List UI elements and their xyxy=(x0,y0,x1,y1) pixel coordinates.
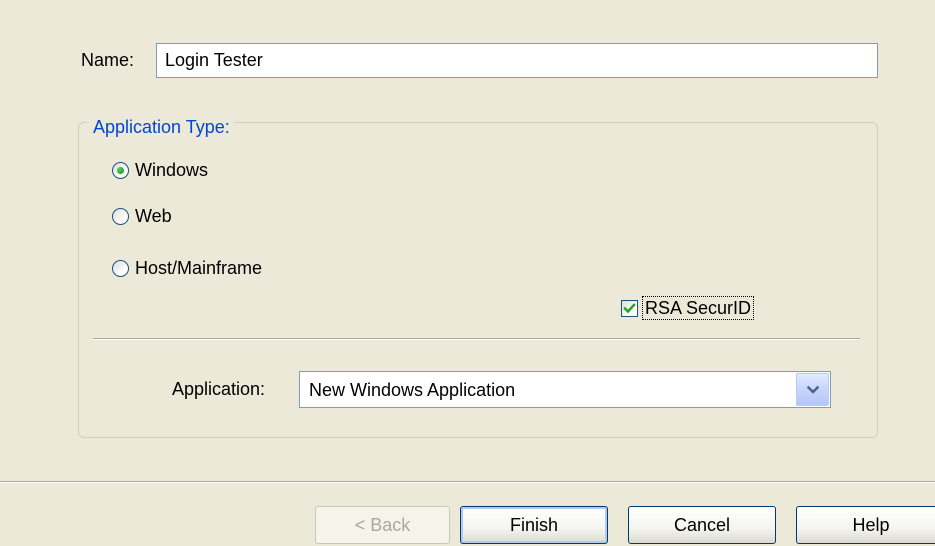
radio-web-circle[interactable] xyxy=(112,207,129,225)
cancel-button[interactable]: Cancel xyxy=(628,506,776,544)
radio-windows-circle[interactable] xyxy=(112,161,129,179)
footer-separator xyxy=(0,481,935,483)
finish-button[interactable]: Finish xyxy=(460,506,608,544)
application-type-legend: Application Type: xyxy=(89,116,234,138)
rsa-securid-checkbox[interactable]: RSA SecurID xyxy=(621,295,755,321)
radio-windows[interactable]: Windows xyxy=(112,158,208,182)
group-separator xyxy=(93,338,860,340)
radio-host-mainframe[interactable]: Host/Mainframe xyxy=(112,256,262,280)
name-input[interactable] xyxy=(156,43,878,78)
application-dropdown-value[interactable]: New Windows Application xyxy=(309,379,515,401)
application-label: Application: xyxy=(172,379,266,399)
rsa-securid-box[interactable] xyxy=(621,299,638,317)
radio-windows-label[interactable]: Windows xyxy=(135,159,208,181)
name-label: Name: xyxy=(81,50,135,70)
chevron-down-icon xyxy=(806,385,819,394)
radio-host-mainframe-label[interactable]: Host/Mainframe xyxy=(135,257,262,279)
help-button[interactable]: Help xyxy=(796,506,935,544)
radio-web[interactable]: Web xyxy=(112,204,172,228)
application-dropdown[interactable]: New Windows Application xyxy=(299,371,831,408)
dropdown-button[interactable] xyxy=(796,373,829,406)
radio-web-label[interactable]: Web xyxy=(135,205,172,227)
radio-selected-dot-icon xyxy=(117,166,124,174)
rsa-securid-label[interactable]: RSA SecurID xyxy=(642,296,755,320)
radio-host-mainframe-circle[interactable] xyxy=(112,259,129,277)
back-button[interactable]: < Back xyxy=(315,506,450,544)
check-icon xyxy=(623,302,636,313)
